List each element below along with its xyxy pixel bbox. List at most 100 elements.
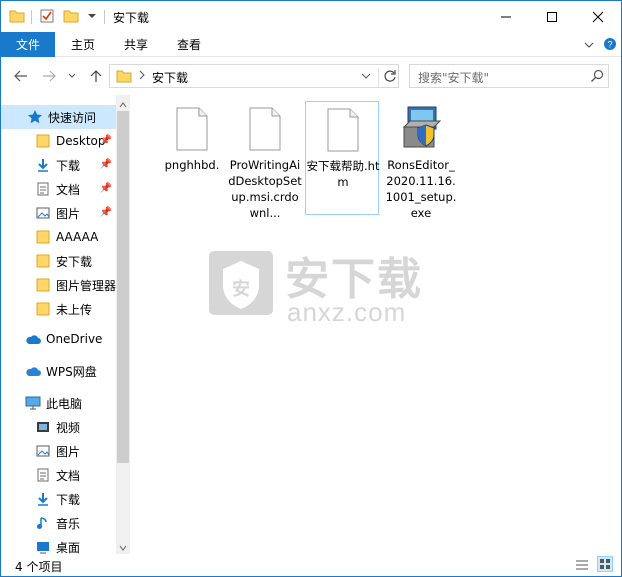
file-item[interactable]: pnghhbd.: [155, 101, 229, 215]
file-item[interactable]: ProWritingAidDesktopSetup.msi.crdownl...: [228, 101, 302, 220]
item-count: 4 个项目: [15, 560, 63, 574]
cloud-icon: [25, 331, 41, 347]
nav-music[interactable]: 音乐: [1, 511, 116, 535]
document-icon: [35, 181, 51, 197]
help-icon[interactable]: ?: [603, 37, 617, 54]
nav-downloads-pc[interactable]: 下载: [1, 487, 116, 511]
nav-item-label: 此电脑: [46, 396, 83, 411]
nav-folder-aaaaa[interactable]: AAAAA: [1, 225, 116, 249]
folder-icon: [35, 253, 51, 269]
nav-item-label: 快速访问: [48, 110, 97, 125]
expand-ribbon-icon[interactable]: [583, 39, 595, 54]
maximize-icon: [547, 11, 557, 22]
nav-desktop[interactable]: Desktop 📌: [1, 129, 116, 153]
file-name: ProWritingAidDesktopSetup.msi.crdownl...: [228, 158, 302, 220]
tab-home[interactable]: 主页: [71, 32, 95, 57]
forward-button[interactable]: [39, 66, 59, 86]
back-arrow-icon: [14, 70, 27, 82]
nav-item-label: 视频: [56, 420, 81, 435]
svg-text:?: ?: [607, 40, 612, 50]
pin-icon[interactable]: 📌: [100, 159, 112, 170]
folder-icon: [9, 8, 25, 27]
up-arrow-icon: [90, 70, 102, 82]
nav-item-label: Desktop: [56, 134, 106, 148]
minimize-icon: [501, 16, 511, 17]
nav-item-label: 桌面: [56, 540, 81, 555]
nav-item-label: 下载: [56, 492, 81, 507]
nav-scrollbar[interactable]: [116, 95, 130, 554]
nav-wps-cloud[interactable]: WPS网盘: [1, 359, 116, 383]
nav-item-label: WPS网盘: [46, 364, 97, 379]
nav-documents[interactable]: 文档 📌: [1, 177, 116, 201]
file-item[interactable]: RonsEditor_2020.11.16.1001_setup.exe: [384, 101, 458, 220]
tab-file[interactable]: 文件: [1, 32, 55, 57]
close-button[interactable]: [575, 1, 621, 32]
nav-videos[interactable]: 视频: [1, 415, 116, 439]
nav-item-label: OneDrive: [46, 332, 103, 346]
status-bar: 4 个项目: [1, 554, 621, 576]
nav-item-label: 图片: [56, 444, 81, 459]
tab-share[interactable]: 共享: [124, 32, 148, 57]
address-row: 安下载 搜索"安下载": [1, 58, 621, 94]
blank-file-icon: [327, 108, 359, 152]
pin-icon[interactable]: 📌: [100, 135, 112, 146]
scroll-thumb[interactable]: [117, 111, 129, 463]
svg-text:安: 安: [232, 278, 250, 300]
file-list: 安 安下载 anxz.com pnghhbd. ProWritingAidDes…: [131, 95, 621, 554]
nav-item-label: 安下载: [56, 254, 93, 269]
installer-icon: [402, 106, 442, 148]
new-folder-icon[interactable]: [63, 8, 79, 27]
explorer-window: 安下载 文件 主页 共享 查看 ? 安下载 搜索"安下载" 快速访问 Deskt…: [0, 0, 622, 577]
back-button[interactable]: [11, 66, 31, 86]
download-icon: [35, 491, 51, 507]
search-icon[interactable]: [590, 69, 604, 86]
nav-pictures-pc[interactable]: 图片: [1, 439, 116, 463]
refresh-icon[interactable]: [378, 68, 398, 87]
nav-desktop-pc[interactable]: 桌面: [1, 535, 116, 554]
search-placeholder: 搜索"安下载": [418, 71, 490, 85]
breadcrumb-current[interactable]: 安下载: [152, 69, 188, 86]
watermark-logo: 安 安下载 anxz.com: [205, 243, 435, 335]
details-view-icon[interactable]: [575, 558, 589, 575]
up-button[interactable]: [87, 66, 105, 86]
picture-icon: [35, 443, 51, 459]
chevron-down-icon[interactable]: [87, 10, 97, 24]
nav-downloads[interactable]: 下载 📌: [1, 153, 116, 177]
blank-file-icon: [176, 107, 208, 151]
nav-item-label: 图片: [56, 206, 81, 221]
window-title: 安下载: [113, 11, 150, 25]
nav-folder-not-uploaded[interactable]: 未上传: [1, 297, 116, 321]
file-name: pnghhbd.: [164, 158, 220, 172]
recent-locations-button[interactable]: [65, 66, 79, 86]
breadcrumb-chevron-icon[interactable]: [138, 69, 146, 84]
pin-icon[interactable]: 📌: [100, 207, 112, 218]
nav-documents-pc[interactable]: 文档: [1, 463, 116, 487]
large-icons-view-icon[interactable]: [597, 556, 613, 572]
file-item-focused[interactable]: 安下载帮助.htm: [305, 101, 379, 215]
star-icon: [27, 109, 43, 125]
nav-folder-picture-manager[interactable]: 图片管理器: [1, 273, 116, 297]
video-icon: [35, 419, 51, 435]
maximize-button[interactable]: [529, 1, 575, 32]
nav-pictures[interactable]: 图片 📌: [1, 201, 116, 225]
tab-view[interactable]: 查看: [177, 32, 201, 57]
address-bar[interactable]: 安下载: [109, 64, 399, 88]
nav-item-label: 文档: [56, 182, 81, 197]
nav-item-label: 图片管理器: [56, 278, 116, 293]
address-dropdown-icon[interactable]: [360, 70, 372, 85]
scroll-down-icon[interactable]: [119, 541, 127, 554]
nav-onedrive[interactable]: OneDrive: [1, 327, 116, 351]
folder-icon: [35, 229, 51, 245]
search-input[interactable]: 搜索"安下载": [409, 64, 609, 88]
pin-icon[interactable]: 📌: [100, 183, 112, 194]
properties-icon[interactable]: [39, 8, 55, 27]
chevron-down-icon: [68, 73, 76, 78]
nav-quick-access[interactable]: 快速访问: [1, 105, 116, 129]
nav-this-pc[interactable]: 此电脑: [1, 391, 116, 415]
file-name: 安下载帮助.htm: [306, 159, 380, 189]
scroll-up-icon[interactable]: [119, 98, 127, 112]
music-icon: [35, 515, 51, 531]
nav-folder-anxiazai[interactable]: 安下载: [1, 249, 116, 273]
cloud-icon: [25, 363, 41, 379]
minimize-button[interactable]: [483, 1, 529, 32]
